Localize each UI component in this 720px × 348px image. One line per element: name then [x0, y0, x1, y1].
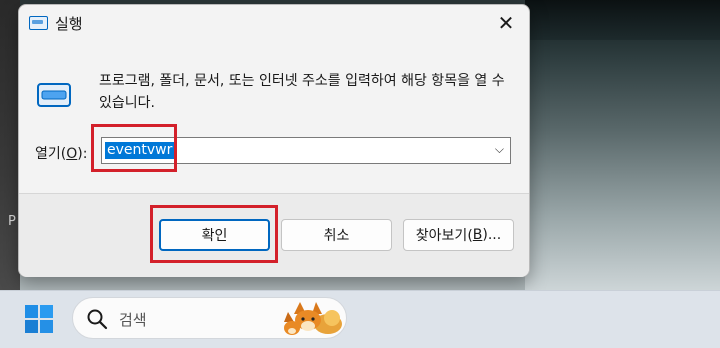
windows-start-icon[interactable]: [24, 304, 54, 334]
background-trees: [525, 0, 720, 40]
title-bar[interactable]: 실행 ✕: [19, 5, 529, 41]
dialog-description: 프로그램, 폴더, 문서, 또는 인터넷 주소를 입력하여 해당 항목을 열 수…: [99, 73, 505, 111]
close-icon: ✕: [497, 11, 515, 35]
open-label: 열기(O):: [35, 146, 88, 162]
background-letter: P: [8, 214, 16, 229]
chevron-down-icon[interactable]: ⌵: [495, 142, 504, 157]
browse-button[interactable]: 찾아보기(B)...: [403, 219, 514, 251]
background-left-window: [0, 0, 20, 290]
close-button[interactable]: ✕: [483, 5, 529, 41]
fox-search-highlight-icon[interactable]: [282, 298, 344, 338]
cancel-button[interactable]: 취소: [281, 219, 392, 251]
run-program-icon: [37, 83, 71, 107]
dialog-title: 실행: [55, 15, 83, 33]
search-placeholder: 검색: [119, 311, 147, 329]
ok-button-highlight-box: [150, 205, 278, 263]
input-highlight-box: [91, 124, 177, 172]
run-app-icon: [29, 16, 48, 30]
background-lake-shore: [525, 0, 720, 290]
search-icon[interactable]: [86, 308, 108, 330]
